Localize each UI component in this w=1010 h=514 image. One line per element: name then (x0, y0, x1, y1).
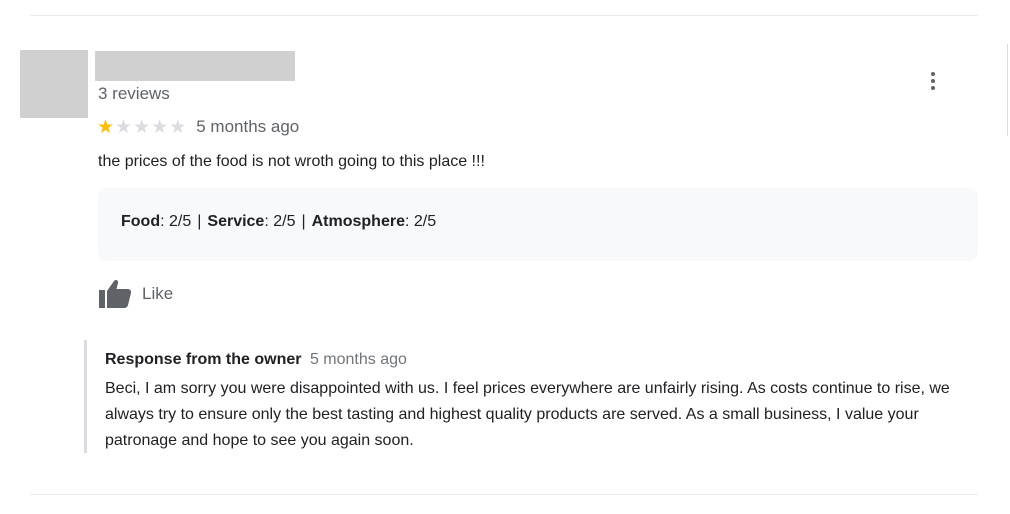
owner-response-title: Response from the owner (105, 351, 302, 368)
star-empty-icon: ★ (151, 116, 169, 138)
owner-response-header: Response from the owner 5 months ago (105, 351, 407, 369)
top-divider (30, 15, 978, 16)
attribute-value-food: : 2/5 (160, 213, 192, 230)
star-empty-icon: ★ (115, 116, 133, 138)
like-label: Like (142, 284, 174, 303)
review-time: 5 months ago (196, 117, 300, 136)
more-options-icon[interactable] (920, 66, 946, 96)
owner-response-time: 5 months ago (309, 351, 407, 368)
bottom-divider (30, 494, 978, 495)
avatar[interactable] (20, 50, 88, 118)
like-button[interactable]: Like (98, 278, 173, 310)
attribute-separator: | (301, 213, 306, 230)
reviewer-name-redacted[interactable] (95, 51, 295, 81)
star-rating: ★ ★ ★ ★ ★ (97, 118, 186, 137)
owner-response-text: Beci, I am sorry you were disappointed w… (105, 380, 950, 449)
star-empty-icon: ★ (133, 116, 151, 138)
attribute-separator: | (197, 213, 202, 230)
owner-response: Response from the owner 5 months ago Bec… (84, 340, 967, 453)
panel-edge (1007, 44, 1008, 136)
reviewer-review-count: 3 reviews (98, 84, 170, 103)
thumbs-up-icon (98, 278, 132, 310)
attribute-value-service: : 2/5 (264, 213, 296, 230)
star-filled-icon: ★ (97, 116, 115, 138)
rating-row: ★ ★ ★ ★ ★ 5 months ago (97, 116, 299, 138)
review-attributes: Food: 2/5 | Service: 2/5 | Atmosphere: 2/5 (121, 213, 436, 231)
review-text: the prices of the food is not wroth goin… (98, 153, 485, 170)
attribute-label-food: Food (121, 213, 161, 230)
star-empty-icon: ★ (169, 116, 187, 138)
review-card: 3 reviews ★ ★ ★ ★ ★ 5 months ago the prices … (0, 0, 1010, 514)
attribute-label-service: Service (207, 213, 265, 230)
attribute-value-atmosphere: : 2/5 (404, 213, 437, 230)
review-attributes-box: Food: 2/5 | Service: 2/5 | Atmosphere: 2/5 (98, 188, 978, 261)
attribute-label-atmosphere: Atmosphere (311, 213, 405, 230)
